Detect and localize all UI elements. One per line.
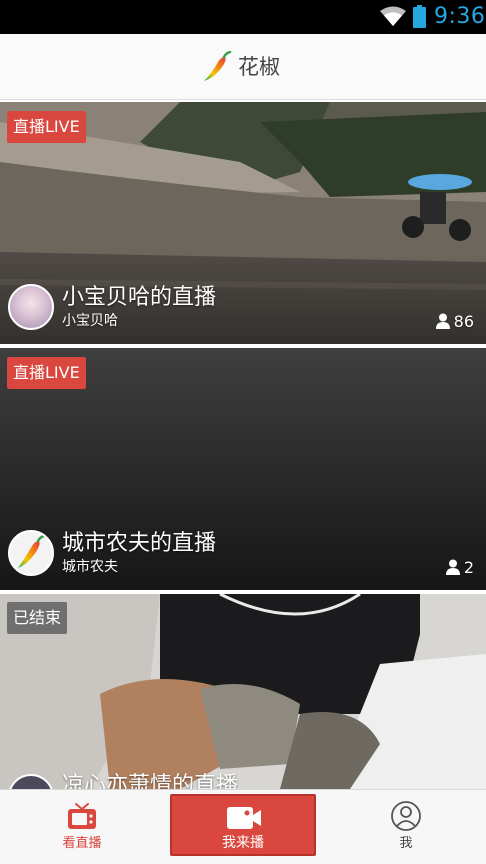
- viewer-count: 86: [435, 312, 474, 332]
- person-icon: [445, 559, 460, 575]
- camera-icon: [227, 807, 261, 829]
- live-card[interactable]: 直播LIVE 城市农夫的直播 城市农夫 2: [0, 348, 486, 590]
- status-time: 9:36: [434, 4, 486, 29]
- app-header: 花椒: [0, 34, 486, 100]
- wifi-icon: [380, 6, 406, 26]
- viewer-count-value: 2: [463, 558, 474, 577]
- viewer-count-value: 86: [453, 312, 474, 331]
- tab-watch-label: 看直播: [62, 836, 102, 851]
- chili-pepper-avatar: [18, 534, 46, 568]
- viewer-count: 2: [445, 558, 474, 578]
- live-card[interactable]: 直播LIVE 小宝贝哈的直播 小宝贝哈 86: [0, 102, 486, 344]
- broadcast-button[interactable]: 我来播: [170, 794, 316, 856]
- status-bar: 9:36: [0, 0, 486, 34]
- stream-title: 凉心亦萧情的直播: [62, 773, 239, 789]
- live-badge: 直播LIVE: [7, 111, 86, 143]
- host-name: 小宝贝哈: [62, 313, 118, 329]
- live-badge: 直播LIVE: [7, 357, 86, 389]
- tab-me[interactable]: 我: [364, 790, 448, 864]
- stream-title: 城市农夫的直播: [62, 531, 217, 556]
- tv-icon: [68, 803, 96, 829]
- host-avatar[interactable]: [8, 530, 54, 576]
- tab-me-label: 我: [399, 836, 413, 851]
- ended-card[interactable]: 已结束 凉心亦萧情的直播: [0, 594, 486, 789]
- replay-thumbnail: [0, 594, 486, 789]
- stream-title: 小宝贝哈的直播: [62, 285, 217, 310]
- profile-icon: [391, 801, 421, 831]
- broadcast-label: 我来播: [222, 835, 264, 851]
- person-icon: [435, 313, 450, 329]
- host-name: 城市农夫: [62, 559, 118, 575]
- ended-badge: 已结束: [7, 602, 68, 634]
- tab-watch-live[interactable]: 看直播: [40, 790, 124, 864]
- chili-pepper-logo: [204, 51, 232, 81]
- host-avatar[interactable]: [8, 284, 54, 330]
- app-title: 花椒: [238, 55, 280, 79]
- battery-icon: [413, 5, 426, 28]
